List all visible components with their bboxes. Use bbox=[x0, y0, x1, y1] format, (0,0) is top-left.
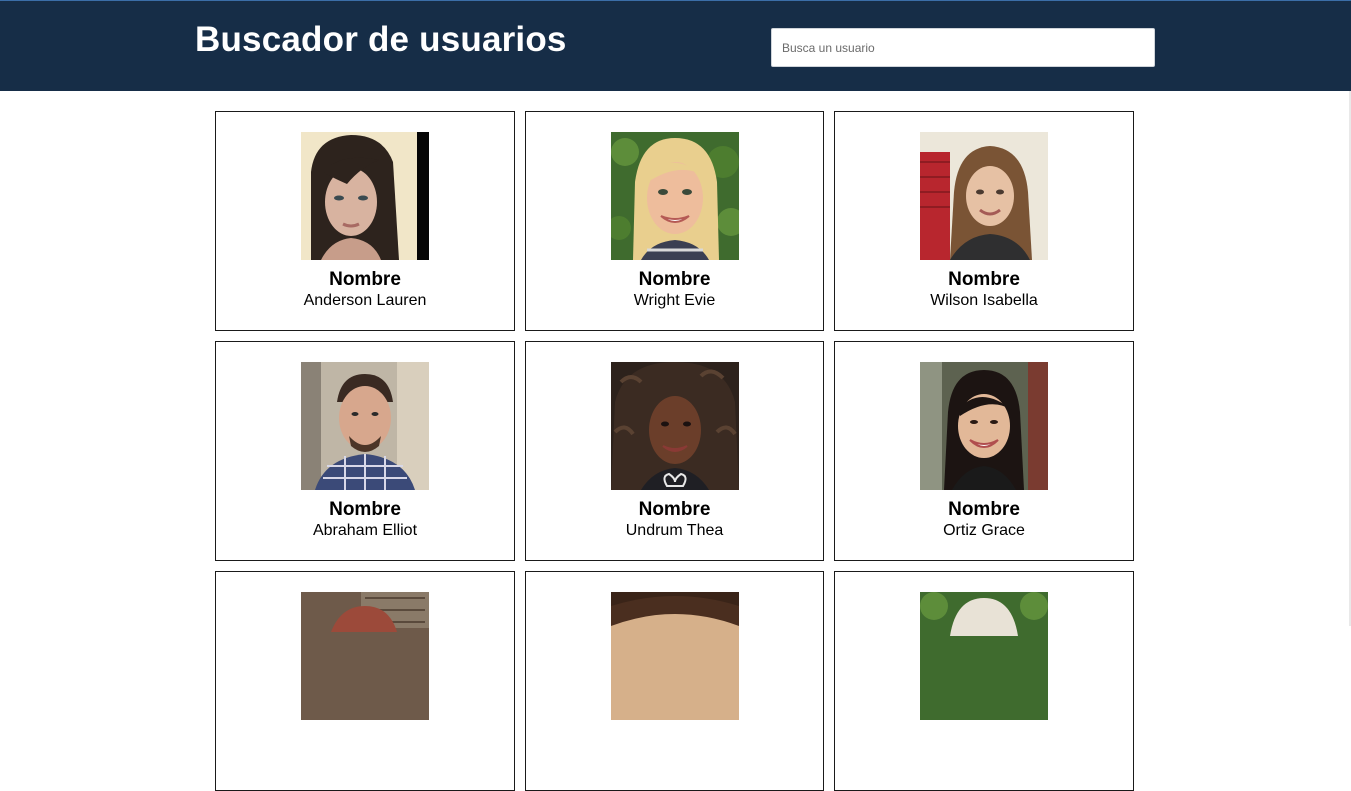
name-label: Nombre bbox=[638, 269, 711, 290]
user-name: Abraham Elliot bbox=[312, 522, 418, 539]
user-card[interactable] bbox=[834, 571, 1134, 791]
name-label: Nombre bbox=[948, 499, 1020, 520]
user-card[interactable] bbox=[215, 571, 515, 791]
user-avatar bbox=[920, 132, 1048, 260]
user-card[interactable]: Nombre Wilson Isabella bbox=[834, 111, 1134, 331]
user-avatar bbox=[610, 132, 739, 260]
user-avatar bbox=[301, 132, 429, 260]
user-card[interactable]: Nombre Wright Evie bbox=[525, 111, 824, 331]
user-card[interactable] bbox=[525, 571, 824, 791]
user-avatar bbox=[610, 362, 739, 490]
user-card[interactable]: Nombre Anderson Lauren bbox=[215, 111, 515, 331]
name-label: Nombre bbox=[948, 269, 1020, 290]
user-card[interactable]: Nombre Undrum Thea bbox=[525, 341, 824, 561]
user-name: Undrum Thea bbox=[625, 522, 724, 539]
page-title: Buscador de usuarios bbox=[195, 20, 567, 59]
name-label: Nombre bbox=[329, 269, 401, 290]
user-avatar bbox=[920, 362, 1048, 490]
user-avatar bbox=[301, 592, 429, 720]
name-label: Nombre bbox=[638, 499, 711, 520]
user-card[interactable]: Nombre Abraham Elliot bbox=[215, 341, 515, 561]
user-name: Ortiz Grace bbox=[943, 522, 1025, 539]
user-name: Wilson Isabella bbox=[930, 292, 1038, 309]
user-card[interactable]: Nombre Ortiz Grace bbox=[834, 341, 1134, 561]
search-input[interactable] bbox=[771, 28, 1155, 67]
user-name: Wright Evie bbox=[633, 292, 716, 309]
name-label: Nombre bbox=[329, 499, 401, 520]
app-header: Buscador de usuarios bbox=[0, 0, 1351, 91]
user-avatar bbox=[610, 592, 739, 720]
user-name: Anderson Lauren bbox=[303, 292, 427, 309]
user-avatar bbox=[920, 592, 1048, 720]
user-avatar bbox=[301, 362, 429, 490]
user-grid: Nombre Anderson Lauren Nombre Wright Evi… bbox=[215, 111, 1134, 791]
